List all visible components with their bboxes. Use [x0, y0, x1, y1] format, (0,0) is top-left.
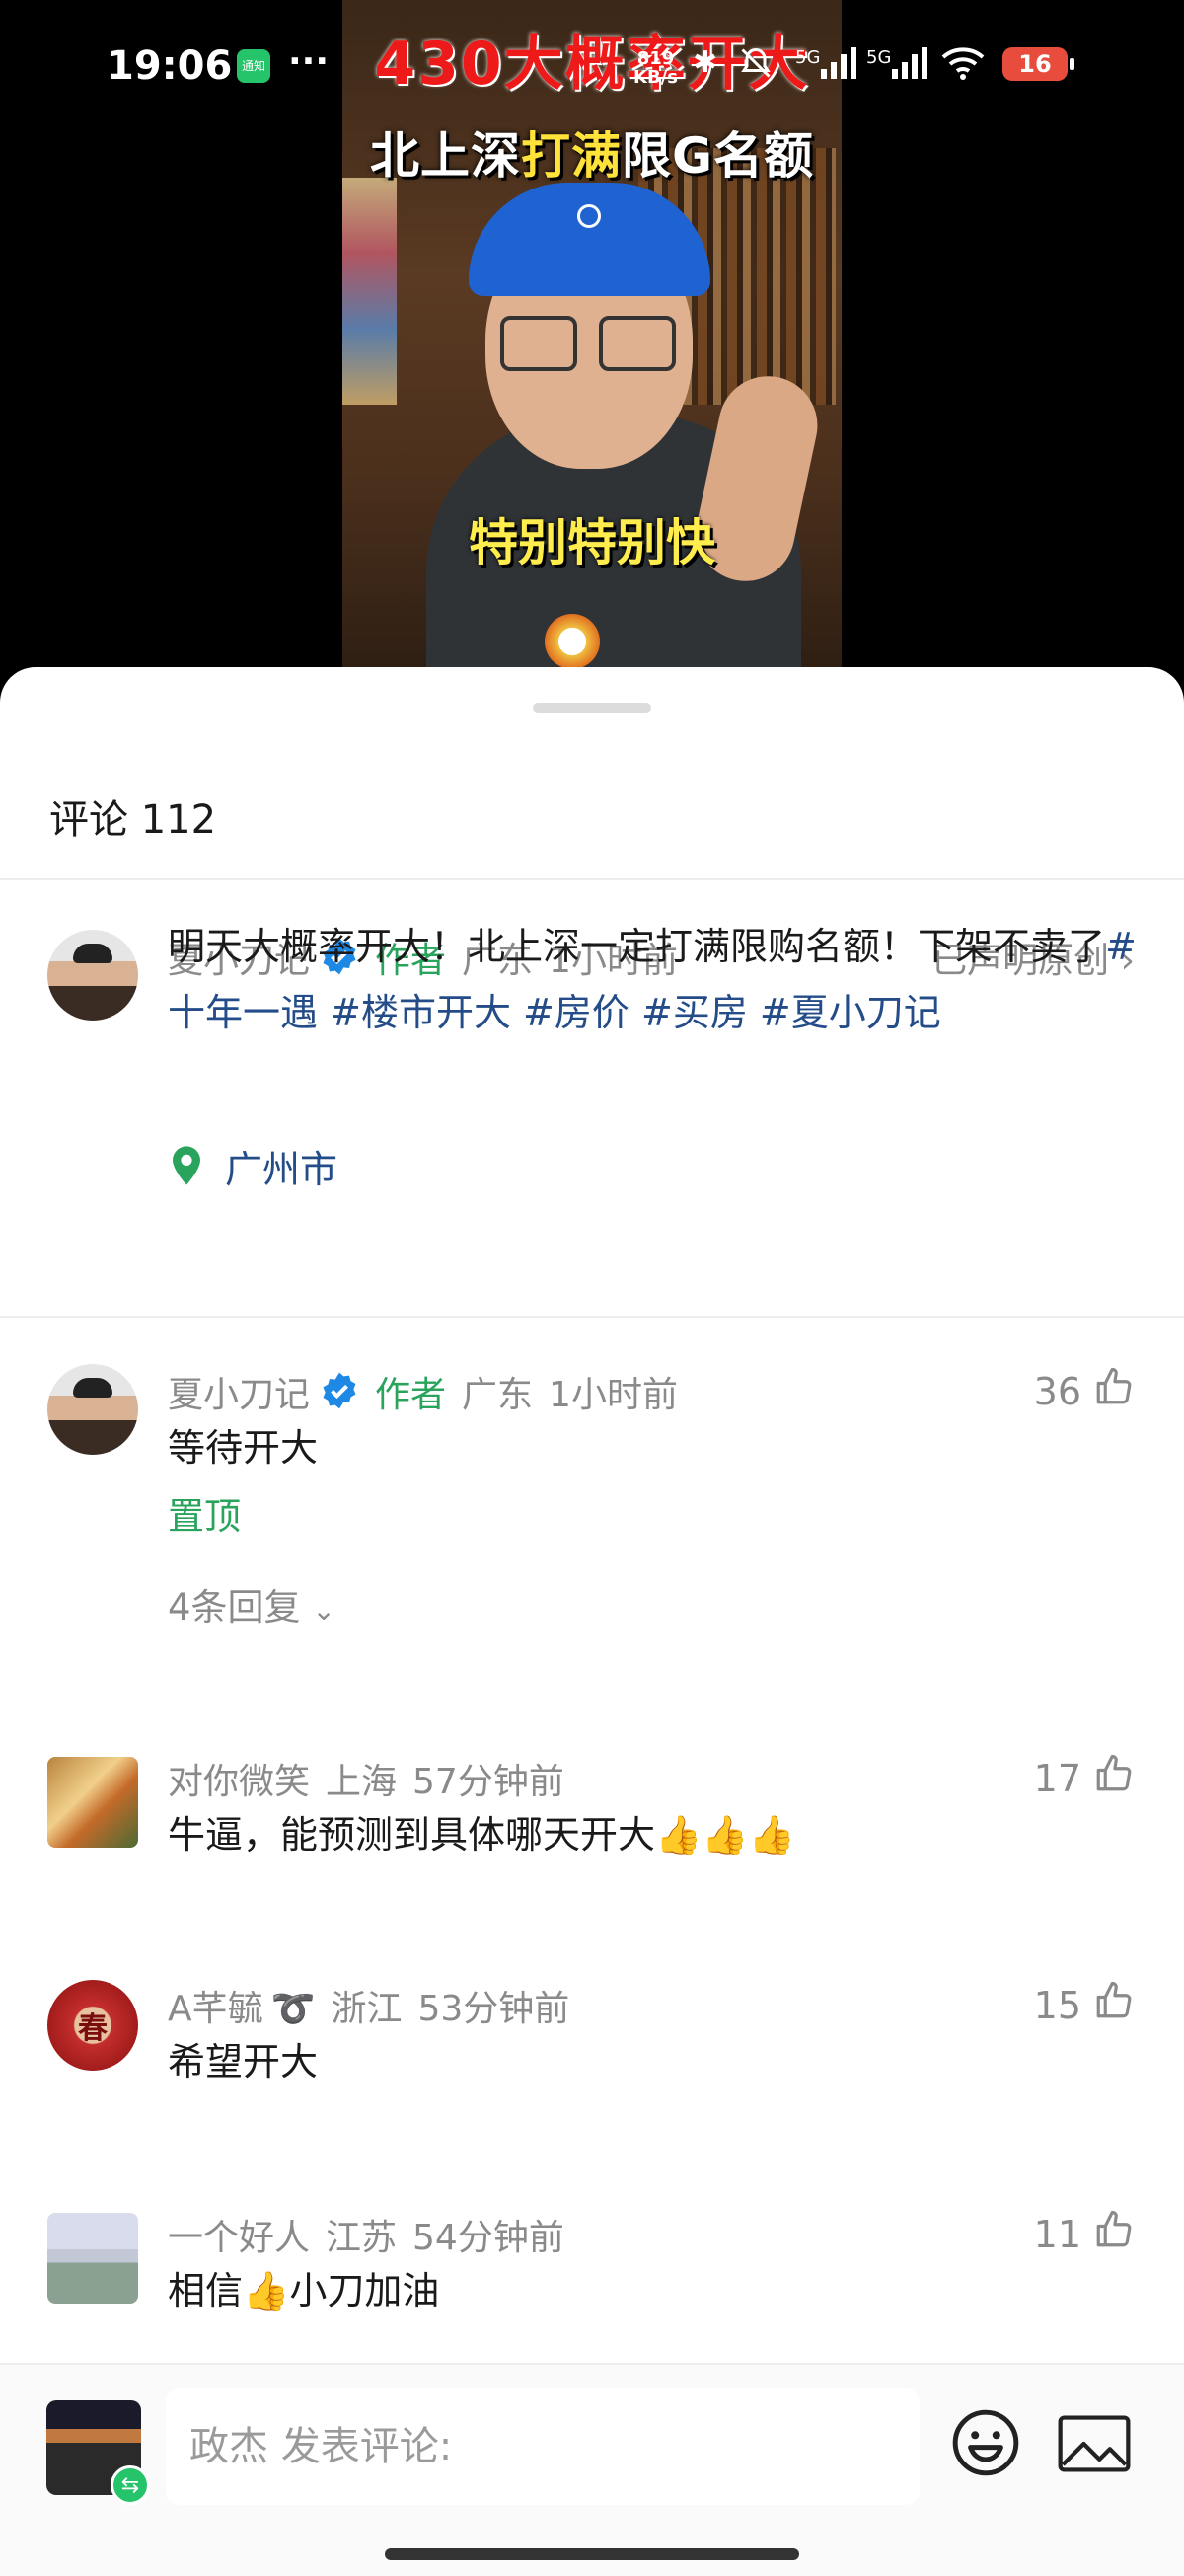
- home-indicator[interactable]: [385, 2548, 799, 2560]
- like-button[interactable]: 17: [1034, 1753, 1135, 1803]
- divider: [0, 878, 1184, 880]
- location-pin-icon: [170, 1145, 203, 1190]
- like-count: 11: [1033, 2212, 1081, 2256]
- comment-input-bar: ⇆: [0, 2363, 1184, 2576]
- comment-region: 江苏: [326, 2218, 398, 2258]
- comment-avatar[interactable]: [47, 1364, 138, 1455]
- comment-header: 一个好人 江苏 54分钟前: [168, 2209, 564, 2260]
- wifi-icon: [939, 45, 987, 89]
- image-icon[interactable]: [1058, 2412, 1131, 2479]
- comment-time: 1小时前: [549, 1375, 678, 1415]
- like-button[interactable]: 11: [1034, 2209, 1135, 2259]
- network-speed-value: 819: [636, 48, 675, 69]
- comment-region: 广东: [462, 1375, 534, 1415]
- comment-text: 等待开大: [168, 1426, 319, 1470]
- hashtag[interactable]: #楼市开大: [330, 991, 511, 1034]
- post-location[interactable]: 广州市: [225, 1139, 337, 1193]
- comment-count-title: 评论 112: [49, 797, 217, 843]
- sheet-drag-handle[interactable]: [533, 703, 651, 713]
- comment-sheet: 评论 112 夏小刀记 作者 广东 1小时前 已声明原创 › 明天大概率开大！北上深一…: [0, 667, 1184, 2574]
- comment-input[interactable]: [166, 2388, 920, 2505]
- comment-user[interactable]: 夏小刀记: [168, 1375, 310, 1415]
- author-avatar[interactable]: [47, 930, 138, 1021]
- signal-bars-icon-2: [890, 45, 929, 87]
- comment-time: 57分钟前: [412, 1762, 564, 1802]
- video-scene-poster: [342, 178, 397, 405]
- battery-indicator: 16: [1002, 47, 1074, 81]
- comment-header: A芊毓 ➰ 浙江 53分钟前: [168, 1980, 569, 2031]
- post-text-plain: 明天大概率开大！北上深一定打满限购名额！下架不卖了: [168, 925, 1106, 968]
- user-name-emoji: ➰: [270, 1989, 316, 2029]
- comment-text: 牛逼，能预测到具体哪天开大👍👍👍: [168, 1813, 795, 1856]
- pinned-label: 置顶: [168, 1495, 241, 1538]
- video-title-line2: 北上深打满限G名额: [342, 116, 842, 188]
- comment-header: 夏小刀记 作者 广东 1小时前: [168, 1366, 678, 1419]
- comment-header: 对你微笑 上海 57分钟前: [168, 1753, 564, 1804]
- comment-text: 相信👍小刀加油: [168, 2269, 440, 2312]
- thumbs-up-icon: [1093, 2209, 1135, 2259]
- signal-bars-icon-1: [819, 45, 858, 87]
- bluetooth-icon: ✱: [693, 45, 718, 80]
- video-player[interactable]: 430大概率开大 北上深打满限G名额 特别特别快: [342, 0, 842, 691]
- signal-5g-label-2: 5G: [866, 47, 892, 68]
- like-count: 15: [1033, 1983, 1081, 2027]
- comment-user[interactable]: 对你微笑: [168, 1762, 310, 1802]
- network-speed-unit: KB/s: [633, 67, 678, 88]
- status-time: 19:06: [107, 43, 233, 89]
- video-title-line2-highlight: 打满: [520, 127, 622, 185]
- like-count: 17: [1033, 1756, 1081, 1800]
- like-button[interactable]: 15: [1034, 1980, 1135, 2030]
- chevron-down-icon: ⌄: [312, 1594, 335, 1627]
- comment-region: 上海: [326, 1762, 398, 1802]
- signal-5g-label-1: 5G: [795, 47, 821, 68]
- network-speed: 819 KB/s: [633, 49, 678, 87]
- status-bar: 19:06 通知 ··· 819 KB/s ✱ 5G 5G 16: [0, 41, 1184, 103]
- status-more-icon: ···: [288, 41, 330, 82]
- comment-user[interactable]: 一个好人: [168, 2218, 310, 2258]
- hashtag[interactable]: #房价: [523, 991, 629, 1034]
- comment-region: 浙江: [331, 1989, 403, 2029]
- comment-avatar[interactable]: [47, 2213, 138, 2304]
- thumbs-up-icon: [1093, 1753, 1135, 1803]
- comment-user[interactable]: A芊毓: [168, 1989, 263, 2029]
- thumbs-up-icon: [1093, 1980, 1135, 2030]
- author-tag: 作者: [375, 1375, 447, 1415]
- comment-avatar[interactable]: [47, 1980, 138, 2071]
- like-count: 36: [1033, 1369, 1081, 1413]
- post-text: 明天大概率开大！北上深一定打满限购名额！下架不卖了#十年一遇 #楼市开大 #房价…: [168, 914, 1145, 1046]
- comment-avatar[interactable]: [47, 1757, 138, 1848]
- video-title-line2-post: 限G名额: [621, 127, 815, 185]
- video-subtitle: 特别特别快: [469, 514, 715, 571]
- hashtag[interactable]: #买房: [641, 991, 748, 1034]
- divider: [0, 1316, 1184, 1318]
- comment-time: 54分钟前: [412, 2218, 564, 2258]
- switch-account-icon[interactable]: ⇆: [111, 2465, 150, 2505]
- like-button[interactable]: 36: [1034, 1366, 1135, 1416]
- video-scene-glasses: [500, 316, 683, 375]
- replies-count: 4条回复: [168, 1586, 301, 1629]
- comment-text: 希望开大: [168, 2040, 319, 2084]
- hashtag[interactable]: #夏小刀记: [760, 991, 941, 1034]
- emoji-icon[interactable]: [949, 2406, 1022, 2483]
- thumbs-up-icon: [1093, 1366, 1135, 1416]
- video-sticker-icon: [545, 614, 600, 669]
- cap-logo-icon: [577, 204, 601, 228]
- comment-time: 53分钟前: [417, 1989, 570, 2029]
- video-title-line2-pre: 北上深: [369, 127, 521, 185]
- notification-app-icon: 通知: [237, 49, 270, 83]
- view-replies-button[interactable]: 4条回复 ⌄: [168, 1577, 335, 1630]
- verified-badge-icon: [320, 1371, 359, 1419]
- mute-bell-icon: [738, 45, 774, 89]
